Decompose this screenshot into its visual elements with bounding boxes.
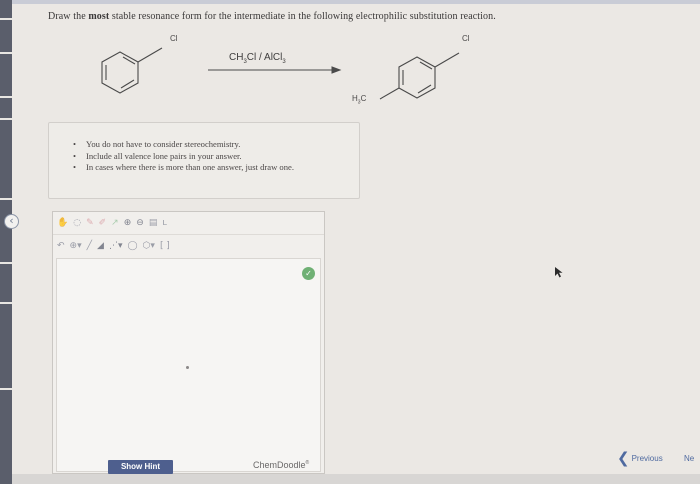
hand-tool-icon[interactable]: ✋	[57, 218, 68, 228]
previous-label: Previous	[631, 453, 663, 463]
next-button[interactable]: Ne	[684, 454, 694, 463]
product-cl-label: Cl	[462, 34, 470, 43]
previous-button[interactable]: ❮ Previous	[617, 449, 663, 467]
prompt-text-end: stable resonance form for the intermedia…	[109, 11, 496, 22]
chemdoodle-brand: ChemDoodle®	[253, 460, 310, 470]
ring-icon[interactable]: ◯	[127, 241, 137, 251]
check-icon: ✓	[302, 267, 315, 280]
benzene-icon[interactable]: ⬡▾	[143, 241, 155, 251]
reaction-arrow	[208, 66, 342, 74]
reactant-benzene-ring	[101, 47, 163, 94]
drawing-canvas[interactable]: ✓	[56, 258, 321, 472]
chevron-left-icon: ❮	[617, 449, 630, 467]
question-prompt: Draw the most stable resonance form for …	[48, 11, 496, 22]
wedge-bond-icon[interactable]: ◢	[97, 241, 104, 251]
mouse-cursor-icon	[555, 267, 563, 278]
arrow-icon[interactable]: [ ]	[160, 241, 170, 251]
canvas-dot	[186, 366, 189, 369]
instruction-item: You do not have to consider stereochemis…	[73, 139, 359, 151]
lasso-icon[interactable]: ◌	[73, 218, 81, 228]
undo-icon[interactable]: ↶	[57, 241, 65, 251]
zoom-out-icon[interactable]: ⊖	[136, 218, 144, 228]
prompt-text-start: Draw the	[48, 11, 89, 22]
eraser-icon[interactable]: ✎	[86, 218, 94, 228]
dash-bond-icon[interactable]: ⋰▾	[109, 241, 123, 251]
prompt-emphasis: most	[88, 11, 110, 22]
bottom-strip	[12, 474, 700, 484]
left-edge-bar	[0, 0, 12, 484]
instruction-item: In cases where there is more than one an…	[73, 162, 359, 174]
collapse-toggle-icon[interactable]: ‹	[4, 214, 19, 229]
instruction-item: Include all valence lone pairs in your a…	[73, 151, 359, 163]
reagent-label: CH3Cl / AlCl3	[229, 52, 286, 65]
zoom-in-icon[interactable]: ⊕	[124, 218, 132, 228]
charge-icon[interactable]: ⊕▾	[70, 241, 82, 251]
chemdoodle-editor: ✋ ◌ ✎ ✐ ↗ ⊕ ⊖ ▤ ʟ ↶ ⊕▾ ╱ ◢ ⋰▾ ◯ ⬡▾ [ ] ✓	[52, 211, 325, 474]
editor-toolbar-bottom: ↶ ⊕▾ ╱ ◢ ⋰▾ ◯ ⬡▾ [ ]	[53, 234, 324, 256]
reactant-cl-label: Cl	[170, 34, 178, 43]
product-benzene-ring	[379, 52, 460, 100]
product-methyl-label: H3C	[352, 94, 367, 106]
pen-icon[interactable]: ✐	[99, 218, 107, 228]
single-bond-icon[interactable]: ╱	[87, 241, 92, 251]
instructions-box: You do not have to consider stereochemis…	[48, 122, 360, 199]
reaction-structures	[101, 47, 460, 100]
show-hint-button[interactable]: Show Hint	[108, 460, 173, 474]
text-tool-icon[interactable]: ʟ	[162, 218, 167, 228]
instructions-list: You do not have to consider stereochemis…	[49, 123, 359, 174]
template-icon[interactable]: ▤	[149, 218, 158, 228]
bond-color-icon[interactable]: ↗	[111, 218, 119, 228]
editor-toolbar-top: ✋ ◌ ✎ ✐ ↗ ⊕ ⊖ ▤ ʟ	[53, 212, 324, 234]
reaction-scheme: Cl CH3Cl / AlCl3 Cl H3C	[90, 28, 470, 110]
